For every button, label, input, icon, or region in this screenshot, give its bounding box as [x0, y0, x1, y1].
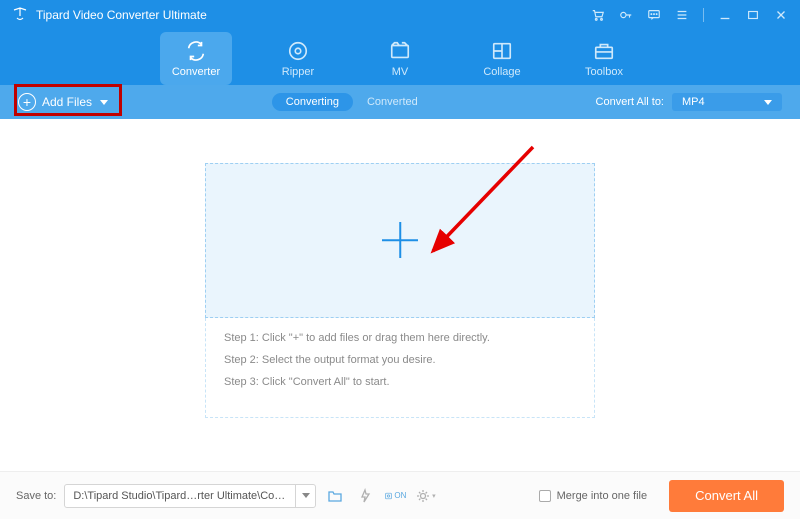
- cart-icon[interactable]: [591, 8, 605, 22]
- format-value: MP4: [682, 96, 705, 108]
- dropzone: Step 1: Click "+" to add files or drag t…: [205, 163, 595, 418]
- tab-toolbox[interactable]: Toolbox: [568, 32, 640, 85]
- app-title: Tipard Video Converter Ultimate: [36, 8, 591, 22]
- open-folder-icon[interactable]: [324, 485, 346, 507]
- tab-ripper[interactable]: Ripper: [262, 32, 334, 85]
- tab-label: Converter: [172, 66, 220, 78]
- tab-label: MV: [392, 66, 409, 78]
- gpu-icon[interactable]: ON: [384, 485, 406, 507]
- step-text: Step 1: Click "+" to add files or drag t…: [224, 332, 576, 344]
- close-icon[interactable]: [774, 8, 788, 22]
- add-files-button[interactable]: Add Files: [18, 93, 108, 111]
- add-files-label: Add Files: [42, 95, 92, 109]
- maximize-icon[interactable]: [746, 8, 760, 22]
- minimize-icon[interactable]: [718, 8, 732, 22]
- output-path-value: D:\Tipard Studio\Tipard…rter Ultimate\Co…: [65, 490, 295, 502]
- dropzone-area[interactable]: [205, 163, 595, 318]
- tab-label: Collage: [483, 66, 520, 78]
- main-tabs: Converter Ripper MV Collage Toolbox: [0, 30, 800, 85]
- mv-icon: [389, 40, 411, 62]
- chevron-down-icon: [764, 100, 772, 105]
- toolbox-icon: [593, 40, 615, 62]
- settings-icon[interactable]: ▾: [414, 485, 436, 507]
- speed-icon[interactable]: [354, 485, 376, 507]
- tab-label: Toolbox: [585, 66, 623, 78]
- step-text: Step 2: Select the output format you des…: [224, 354, 576, 366]
- tab-mv[interactable]: MV: [364, 32, 436, 85]
- workspace: Step 1: Click "+" to add files or drag t…: [0, 119, 800, 471]
- tab-collage[interactable]: Collage: [466, 32, 538, 85]
- merge-checkbox[interactable]: Merge into one file: [539, 490, 648, 502]
- key-icon[interactable]: [619, 8, 633, 22]
- status-tabs: Converting Converted: [272, 93, 432, 111]
- tab-converter[interactable]: Converter: [160, 32, 232, 85]
- checkbox-icon: [539, 490, 551, 502]
- plus-circle-icon: [18, 93, 36, 111]
- pill-converted[interactable]: Converted: [353, 93, 432, 111]
- convert-all-to-label: Convert All to:: [596, 96, 664, 108]
- divider: [703, 8, 704, 22]
- pill-converting[interactable]: Converting: [272, 93, 353, 111]
- tab-label: Ripper: [282, 66, 314, 78]
- titlebar-controls: [591, 8, 788, 22]
- save-to-label: Save to:: [16, 490, 56, 502]
- merge-label: Merge into one file: [557, 490, 648, 502]
- chevron-down-icon: [100, 100, 108, 105]
- convert-all-button[interactable]: Convert All: [669, 480, 784, 512]
- convert-all-to: Convert All to: MP4: [596, 93, 782, 111]
- sub-toolbar: Add Files Converting Converted Convert A…: [0, 85, 800, 119]
- feedback-icon[interactable]: [647, 8, 661, 22]
- collage-icon: [491, 40, 513, 62]
- output-path-select[interactable]: D:\Tipard Studio\Tipard…rter Ultimate\Co…: [64, 484, 316, 508]
- menu-icon[interactable]: [675, 8, 689, 22]
- chevron-down-icon[interactable]: [295, 484, 315, 508]
- step-text: Step 3: Click "Convert All" to start.: [224, 376, 576, 388]
- bottom-bar: Save to: D:\Tipard Studio\Tipard…rter Ul…: [0, 471, 800, 519]
- format-select[interactable]: MP4: [672, 93, 782, 111]
- app-logo-icon: [12, 7, 28, 23]
- plus-icon: [382, 222, 418, 258]
- converter-icon: [185, 40, 207, 62]
- ripper-icon: [287, 40, 309, 62]
- title-bar: Tipard Video Converter Ultimate: [0, 0, 800, 30]
- instructions: Step 1: Click "+" to add files or drag t…: [205, 318, 595, 418]
